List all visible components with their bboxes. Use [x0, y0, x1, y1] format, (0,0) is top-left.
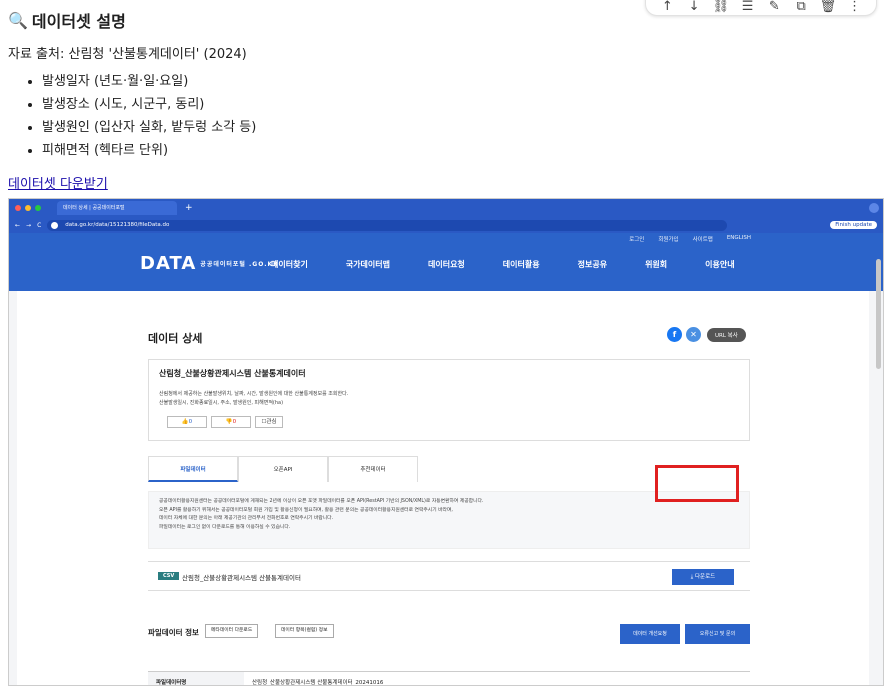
- scrollbar: [876, 259, 881, 369]
- page-title: 데이터 상세: [148, 332, 203, 345]
- arrow-up-icon[interactable]: ↑: [658, 0, 676, 14]
- content-card: 데이터 상세 f ✕ URL 복사 산림청_산불상황관제시스템 산불통계데이터 …: [17, 291, 869, 686]
- data-tabs: 파일데이터 오픈API 추천데이터: [148, 456, 418, 482]
- back-icon: ←: [15, 221, 21, 229]
- crop-icon[interactable]: ⧉: [792, 0, 810, 14]
- dataset-info-box: 산림청_산불상황관제시스템 산불통계데이터 산림청에서 제공하는 산불발생위치,…: [148, 359, 750, 441]
- link-icon[interactable]: ⛓: [712, 0, 730, 14]
- list-item: 발생일자 (년도·월·일·요일): [24, 72, 256, 95]
- close-dot-icon: [15, 205, 21, 211]
- login-link: 로그인: [629, 237, 645, 243]
- error-report-button: 오류신고 및 문의: [685, 624, 750, 644]
- maximize-dot-icon: [35, 205, 41, 211]
- file-row: CSV 산림청_산불상황관제시스템 산불통계데이터 ⤓ 다운로드: [148, 561, 750, 591]
- format-badge: CSV: [158, 572, 180, 580]
- nav-item: 데이터활용: [502, 260, 540, 269]
- trash-icon[interactable]: 🗑: [819, 0, 837, 14]
- section-heading: 🔍 데이터셋 설명: [8, 8, 126, 32]
- forward-icon: →: [26, 221, 32, 229]
- nav-item: 정보공유: [577, 260, 608, 269]
- site-header: 로그인 회원가입 사이트맵 ENGLISH DATA 공공데이터포털 .GO.KR…: [9, 233, 883, 291]
- notice-line: 데이터 자체에 대한 문의는 아래 제공기관의 관리부서 전화번호로 연락주시기…: [159, 516, 334, 521]
- improve-request-button: 데이터 개선요청: [620, 624, 680, 644]
- notice-line: 파일데이터는 로그인 없이 다운로드를 통해 이용하실 수 있습니다.: [159, 524, 291, 530]
- nav-item: 위원회: [645, 260, 668, 269]
- file-info-title: 파일데이터 정보: [148, 628, 199, 637]
- english-link: ENGLISH: [726, 235, 751, 241]
- field-list: 발생일자 (년도·월·일·요일) 발생장소 (시도, 시군구, 동리) 발생원인…: [24, 72, 256, 164]
- download-label: 다운로드: [694, 574, 716, 580]
- nav-item: 데이터요청: [427, 260, 465, 269]
- arrow-down-icon[interactable]: ↓: [685, 0, 703, 14]
- tab-open-api: 오픈API: [238, 456, 328, 482]
- like-button: 👍0: [167, 416, 207, 428]
- notice-line: 공공데이터활용지원센터는 공공데이터포털에 게재되는 2년에 이상이 오픈 포맷…: [159, 499, 484, 504]
- minimize-dot-icon: [25, 205, 31, 211]
- section-title: 데이터셋 설명: [31, 12, 126, 31]
- nav-item: 국가데이터맵: [345, 260, 390, 269]
- interest-button: ☐관심: [255, 416, 283, 428]
- file-name: 산림청_산불상황관제시스템 산불통계데이터: [182, 574, 301, 582]
- nav-item: 이용안내: [705, 260, 735, 269]
- new-tab-icon: +: [185, 203, 193, 213]
- dataset-description: 산림청에서 제공하는 산불발생위치, 날짜, 시간, 발생원인에 대한 산불통계…: [159, 390, 348, 408]
- site-logo: DATA 공공데이터포털 .GO.KR: [140, 253, 279, 274]
- floating-toolbar: ↑ ↓ ⛓ ☰ ✎ ⧉ 🗑 ⋮: [645, 0, 877, 16]
- x-icon: ✕: [686, 327, 701, 342]
- top-links: 로그인 회원가입 사이트맵 ENGLISH: [629, 235, 751, 243]
- signup-link: 회원가입: [658, 237, 679, 243]
- table-key: 파일데이터명: [148, 672, 244, 685]
- item-info-button: 데이터 항목(컬럼) 정보: [275, 624, 334, 638]
- browser-tab: 데이터 상세 | 공공데이터포털: [57, 201, 177, 215]
- share-buttons: f ✕ URL 복사: [667, 327, 746, 342]
- embedded-browser-screenshot: 데이터 상세 | 공공데이터포털 + ← → C data.go.kr/data…: [8, 198, 884, 686]
- logo-main: DATA: [140, 253, 197, 274]
- url-copy-button: URL 복사: [707, 327, 746, 342]
- tab-menu-icon: [869, 203, 879, 213]
- reload-icon: C: [37, 221, 42, 229]
- nav-item: 데이터찾기: [271, 260, 308, 269]
- desc-line: 산림청에서 제공하는 산불발생위치, 날짜, 시간, 발생원인에 대한 산불통계…: [159, 391, 349, 397]
- site-nav: 데이터찾기 국가데이터맵 데이터요청 데이터활용 정보공유 위원회 이용안내: [271, 259, 735, 270]
- page-content: 데이터 상세 f ✕ URL 복사 산림청_산불상황관제시스템 산불통계데이터 …: [9, 291, 869, 686]
- table-row: 파일데이터명 산림청_산불상황관제시스템 산불통계데이터_20241016: [148, 671, 750, 686]
- highlight-box: [655, 465, 739, 502]
- list-item: 발생원인 (입산자 실화, 밭두렁 소각 등): [24, 118, 256, 141]
- interest-label: 관심: [266, 419, 277, 425]
- notice-line: 오픈 API를 활용하기 위해서는 공공데이터포털 회원 가입 및 활용신청이 …: [159, 507, 453, 513]
- dataset-download-link[interactable]: 데이터셋 다운받기: [8, 173, 108, 192]
- dataset-title: 산림청_산불상황관제시스템 산불통계데이터: [159, 369, 306, 378]
- dislike-button: 👎0: [211, 416, 251, 428]
- file-download-button: ⤓ 다운로드: [672, 569, 734, 585]
- meta-download-button: 메타데이터 다운로드: [205, 624, 259, 638]
- browser-tab-bar: 데이터 상세 | 공공데이터포털 +: [9, 199, 883, 217]
- finish-update-button: Finish update: [830, 221, 877, 229]
- desc-line: 산불발생일시, 진화종료일시, 주소, 발생원인, 피해면적(ha): [159, 400, 284, 406]
- dislike-count: 0: [232, 419, 237, 425]
- source-text: 자료 출처: 산림청 '산불통계데이터' (2024): [8, 47, 247, 62]
- comment-icon[interactable]: ☰: [739, 0, 757, 14]
- tab-file-data: 파일데이터: [148, 456, 238, 482]
- tab-recommended: 추천데이터: [328, 456, 418, 482]
- like-count: 0: [188, 419, 193, 425]
- logo-sub: 공공데이터포털 .GO.KR: [200, 260, 279, 268]
- list-item: 발생장소 (시도, 시군구, 동리): [24, 95, 256, 118]
- address-bar-row: ← → C data.go.kr/data/15121380/fileData.…: [9, 217, 883, 233]
- more-icon[interactable]: ⋮: [846, 0, 864, 14]
- pencil-icon[interactable]: ✎: [765, 0, 783, 14]
- table-value: 산림청_산불상황관제시스템 산불통계데이터_20241016: [252, 680, 384, 686]
- sitemap-link: 사이트맵: [692, 237, 713, 243]
- facebook-icon: f: [667, 327, 682, 342]
- list-item: 피해면적 (헥타르 단위): [24, 141, 256, 164]
- magnifier-icon: 🔍: [8, 10, 28, 30]
- url-field: data.go.kr/data/15121380/fileData.do: [47, 219, 728, 231]
